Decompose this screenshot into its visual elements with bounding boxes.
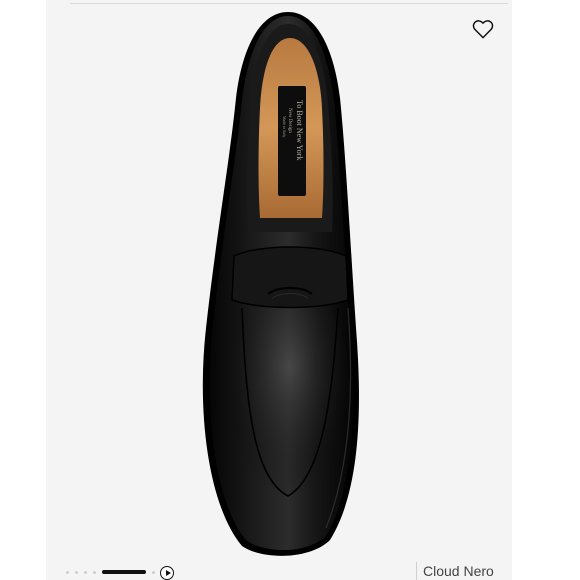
pagination-dot-active[interactable] [102,570,146,574]
loafer-shoe-image: To Boot New York New Design Made in Ital… [202,12,359,556]
heart-outline-icon [472,20,494,39]
play-circle-icon [165,570,171,576]
insole-origin-text: Made in Italy [282,116,287,138]
gallery-pagination[interactable] [66,570,155,574]
pagination-dot[interactable] [75,570,78,574]
pagination-dot[interactable] [93,570,96,574]
play-video-button[interactable] [160,566,174,580]
color-name-label: Cloud Nero [416,562,494,580]
top-divider [70,3,508,4]
pagination-dot[interactable] [66,570,69,574]
product-image[interactable]: To Boot New York New Design Made in Ital… [150,8,410,560]
pagination-dot[interactable] [84,570,87,574]
favorite-button[interactable] [470,16,496,42]
pagination-dot[interactable] [152,570,155,574]
insole-brand-text: To Boot New York [295,100,304,160]
